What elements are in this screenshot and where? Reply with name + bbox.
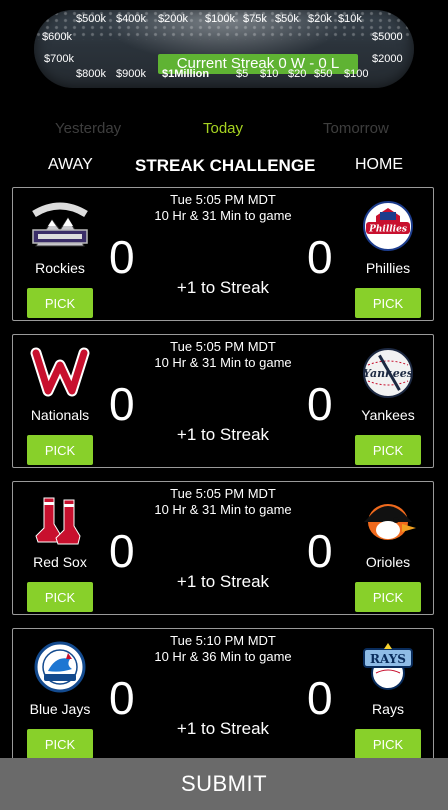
page-title: STREAK CHALLENGE bbox=[135, 156, 316, 175]
tab-today[interactable]: Today bbox=[203, 120, 243, 137]
game-card: Tue 5:05 PM MDT 10 Hr & 31 Min to game R… bbox=[12, 187, 434, 321]
prize-row-top: $500k $400k $200k $100k $75k $50k $20k $… bbox=[34, 13, 414, 27]
away-column-label: AWAY bbox=[48, 156, 93, 173]
game-card: Tue 5:10 PM MDT 10 Hr & 36 Min to game B… bbox=[12, 628, 434, 762]
prize-ladder-banner: $500k $400k $200k $100k $75k $50k $20k $… bbox=[34, 10, 414, 88]
rays-logo-icon: RAYS bbox=[363, 643, 413, 690]
streak-bonus-label: +1 to Streak bbox=[176, 572, 270, 591]
prize-amount: $200k bbox=[158, 13, 188, 25]
home-score: 0 bbox=[307, 378, 333, 430]
orioles-logo-icon bbox=[364, 504, 416, 540]
phillies-logo-icon: Phillies bbox=[363, 201, 413, 251]
prize-row-bottom: $800k $900k $1Million $5 $10 $20 $50 $10… bbox=[34, 68, 414, 82]
day-tabs: Yesterday Today Tomorrow bbox=[0, 118, 448, 140]
prize-amount: $100k bbox=[205, 13, 235, 25]
prize-amount: $50k bbox=[275, 13, 299, 25]
prize-amount: $5 bbox=[236, 68, 249, 80]
home-team: Orioles PICK bbox=[351, 494, 425, 612]
prize-amount: $75k bbox=[243, 13, 267, 25]
red-sox-logo-icon bbox=[35, 497, 81, 545]
tab-tomorrow[interactable]: Tomorrow bbox=[323, 120, 389, 137]
pick-home-button[interactable]: PICK bbox=[355, 582, 421, 612]
streak-bonus-label: +1 to Streak bbox=[176, 278, 270, 297]
pick-away-button[interactable]: PICK bbox=[27, 729, 93, 759]
game-card: Tue 5:05 PM MDT 10 Hr & 31 Min to game R… bbox=[12, 481, 434, 615]
rockies-logo-icon bbox=[32, 202, 88, 247]
prize-amount: $10 bbox=[260, 68, 279, 80]
prize-amount: $900k bbox=[116, 68, 146, 80]
home-team: RAYS Rays PICK bbox=[351, 641, 425, 759]
prize-amount: $20 bbox=[288, 68, 307, 80]
home-team: Phillies Phillies PICK bbox=[351, 200, 425, 318]
prize-amount: $700k bbox=[44, 53, 74, 65]
home-team-name: Rays bbox=[372, 701, 404, 717]
away-team: Rockies PICK bbox=[23, 200, 97, 318]
pick-home-button[interactable]: PICK bbox=[355, 288, 421, 318]
pick-home-button[interactable]: PICK bbox=[355, 435, 421, 465]
pick-away-button[interactable]: PICK bbox=[27, 582, 93, 612]
challenge-header: AWAY STREAK CHALLENGE HOME bbox=[0, 154, 448, 176]
away-team-name: Blue Jays bbox=[29, 701, 91, 717]
blue-jays-logo-icon bbox=[34, 641, 86, 693]
home-team-name: Yankees bbox=[361, 407, 415, 423]
away-team: Nationals PICK bbox=[23, 347, 97, 465]
away-score: 0 bbox=[109, 672, 135, 724]
game-card: Tue 5:05 PM MDT 10 Hr & 31 Min to game N… bbox=[12, 334, 434, 468]
away-score: 0 bbox=[109, 525, 135, 577]
pick-away-button[interactable]: PICK bbox=[27, 435, 93, 465]
away-score: 0 bbox=[109, 231, 135, 283]
tab-yesterday[interactable]: Yesterday bbox=[55, 120, 121, 137]
prize-amount: $400k bbox=[116, 13, 146, 25]
away-team-name: Red Sox bbox=[33, 554, 87, 570]
prize-amount: $800k bbox=[76, 68, 106, 80]
home-column-label: HOME bbox=[355, 156, 403, 173]
away-team: Blue Jays PICK bbox=[23, 641, 97, 759]
away-team-name: Nationals bbox=[30, 407, 90, 423]
away-score: 0 bbox=[109, 378, 135, 430]
svg-text:RAYS: RAYS bbox=[370, 652, 406, 666]
prize-amount-top: $1Million bbox=[162, 68, 210, 80]
home-score: 0 bbox=[307, 525, 333, 577]
svg-text:Yankees: Yankees bbox=[363, 367, 413, 380]
home-team-name: Phillies bbox=[365, 260, 411, 276]
prize-amount: $600k bbox=[42, 31, 72, 43]
home-team-name: Orioles bbox=[365, 554, 411, 570]
away-team: Red Sox PICK bbox=[23, 494, 97, 612]
home-score: 0 bbox=[307, 231, 333, 283]
nationals-logo-icon bbox=[30, 347, 90, 397]
svg-text:Phillies: Phillies bbox=[368, 225, 407, 235]
pick-home-button[interactable]: PICK bbox=[355, 729, 421, 759]
prize-amount: $500k bbox=[76, 13, 106, 25]
prize-amount: $5000 bbox=[372, 31, 403, 43]
prize-amount: $2000 bbox=[372, 53, 403, 65]
pick-away-button[interactable]: PICK bbox=[27, 288, 93, 318]
prize-amount: $20k bbox=[308, 13, 332, 25]
prize-amount: $100 bbox=[344, 68, 369, 80]
home-score: 0 bbox=[307, 672, 333, 724]
prize-amount: $50 bbox=[314, 68, 333, 80]
prize-row-middle-top: $600k $5000 bbox=[34, 31, 414, 45]
streak-bonus-label: +1 to Streak bbox=[176, 425, 270, 444]
home-team: Yankees Yankees PICK bbox=[351, 347, 425, 465]
prize-amount: $10k bbox=[338, 13, 362, 25]
yankees-logo-icon: Yankees bbox=[363, 348, 413, 398]
submit-button[interactable]: SUBMIT bbox=[0, 758, 448, 810]
away-team-name: Rockies bbox=[35, 260, 85, 276]
streak-bonus-label: +1 to Streak bbox=[176, 719, 270, 738]
